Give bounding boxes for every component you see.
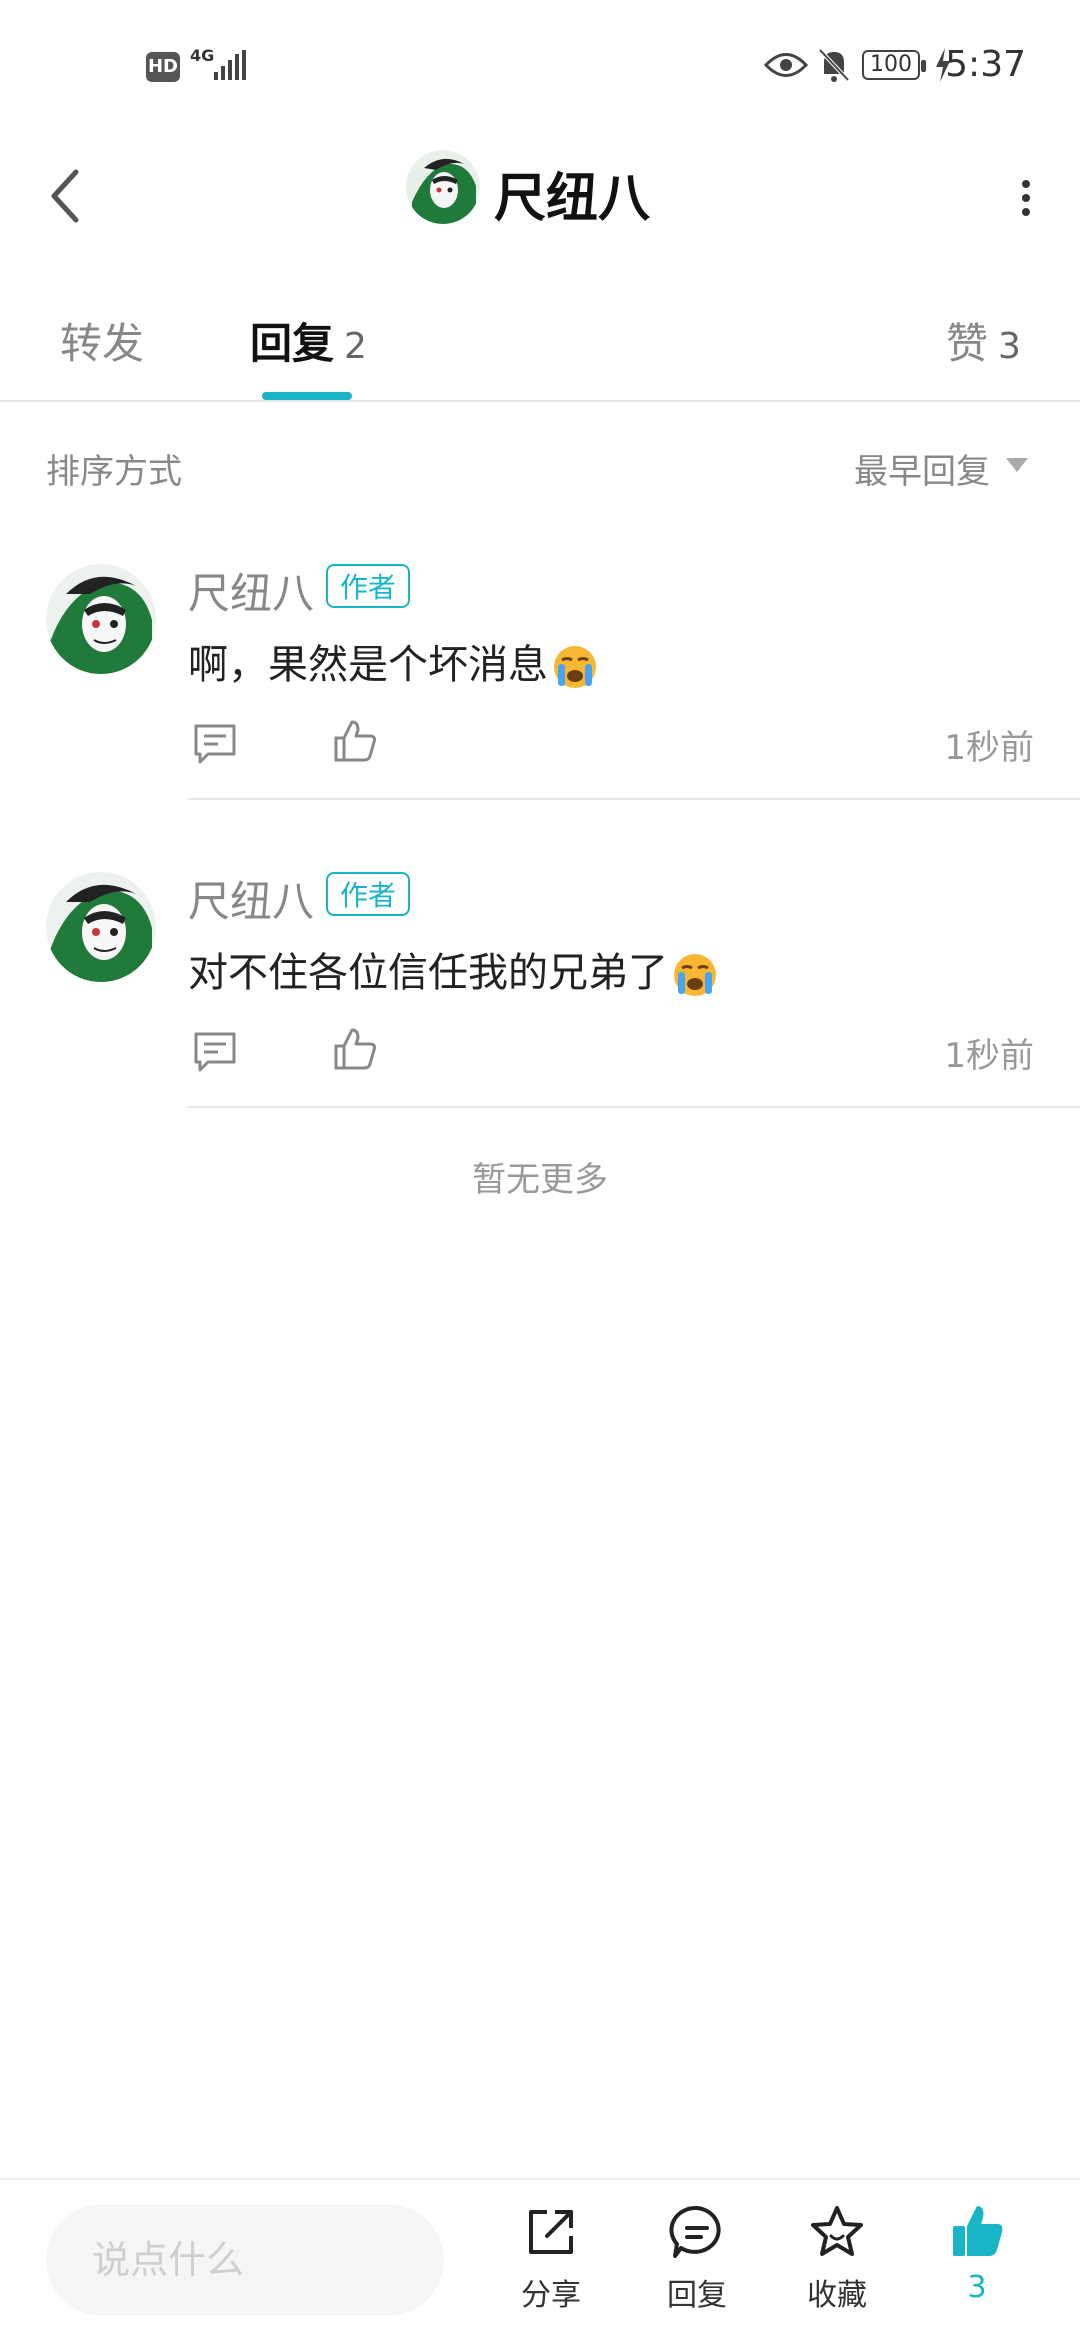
tab-likes[interactable]: 赞3 xyxy=(946,310,1021,371)
tab-reposts[interactable]: 转发 xyxy=(60,310,144,371)
favorite-button[interactable]: 收藏 xyxy=(782,2202,892,2332)
avatar[interactable] xyxy=(46,872,156,982)
status-bar: HD 4G 100 5:37 xyxy=(0,0,1080,120)
eye-icon xyxy=(764,53,808,77)
thumbs-up-icon[interactable] xyxy=(332,718,378,764)
reply-author-name[interactable]: 尺纽八 xyxy=(188,560,314,621)
share-button[interactable]: 分享 xyxy=(496,2202,606,2332)
divider xyxy=(188,798,1080,800)
reply-bubble-icon xyxy=(669,2205,721,2258)
avatar[interactable] xyxy=(46,564,156,674)
tab-label: 回复 xyxy=(250,319,335,368)
divider xyxy=(188,1106,1080,1108)
tab-replies[interactable]: 回复 2 xyxy=(250,310,367,371)
author-badge: 作者 xyxy=(326,564,411,608)
clock: 5:37 xyxy=(945,44,1026,85)
thumbs-up-filled-icon xyxy=(953,2206,1003,2256)
sort-dropdown[interactable]: 最早回复 xyxy=(854,444,990,493)
like-button[interactable]: 3 xyxy=(922,2202,1032,2332)
caret-down-icon[interactable] xyxy=(1004,456,1030,474)
reply-text-content: 啊，果然是个坏消息 xyxy=(188,642,548,688)
share-icon xyxy=(529,2210,573,2254)
reply-text: 对不住各位信任我的兄弟了 xyxy=(188,940,718,998)
page-title: 尺纽八 xyxy=(494,169,651,229)
mute-bell-icon xyxy=(818,48,850,82)
signal-icon xyxy=(214,50,246,80)
thumbs-up-icon[interactable] xyxy=(332,1026,378,1072)
header-avatar[interactable] xyxy=(406,150,480,224)
tab-count: 2 xyxy=(344,326,367,367)
bottom-action-bar: 分享 回复 收藏 3 xyxy=(0,2178,1080,2340)
comment-input[interactable] xyxy=(46,2204,444,2316)
reply-text: 啊，果然是个坏消息 xyxy=(188,632,598,690)
more-options-icon[interactable] xyxy=(1016,168,1036,228)
tab-label: 转发 xyxy=(60,319,145,368)
network-label: 4G xyxy=(190,46,215,65)
reply-button[interactable]: 回复 xyxy=(642,2202,752,2332)
comment-icon[interactable] xyxy=(192,1028,238,1074)
comment-icon[interactable] xyxy=(192,720,238,766)
reply-label: 回复 xyxy=(667,2278,727,2313)
reply-time: 1秒前 xyxy=(944,1036,1034,1076)
favorite-label: 收藏 xyxy=(807,2278,867,2313)
share-label: 分享 xyxy=(521,2278,581,2313)
star-icon xyxy=(811,2206,863,2256)
reply-time: 1秒前 xyxy=(944,728,1034,768)
author-badge: 作者 xyxy=(326,872,411,916)
crying-emoji-icon xyxy=(554,646,596,688)
tab-count: 3 xyxy=(998,326,1021,367)
reply-text-content: 对不住各位信任我的兄弟了 xyxy=(188,950,668,996)
no-more-text: 暂无更多 xyxy=(472,1160,608,1200)
battery-indicator: 100 xyxy=(862,50,926,80)
tab-label: 赞 xyxy=(946,319,989,368)
sort-label: 排序方式 xyxy=(46,452,182,492)
title-bar: 尺纽八 xyxy=(0,140,1080,250)
tab-bar: 转发 回复 2 赞3 xyxy=(0,290,1080,402)
hd-badge: HD xyxy=(146,52,180,82)
screen: HD 4G 100 5:37 尺纽八 转发 回复 2 赞 3 排序方式 最早回复… xyxy=(0,0,1080,2340)
crying-emoji-icon xyxy=(674,954,716,996)
back-icon[interactable] xyxy=(40,166,90,226)
like-count: 3 xyxy=(967,2270,987,2305)
reply-author-name[interactable]: 尺纽八 xyxy=(188,868,314,929)
active-tab-indicator xyxy=(262,392,352,400)
